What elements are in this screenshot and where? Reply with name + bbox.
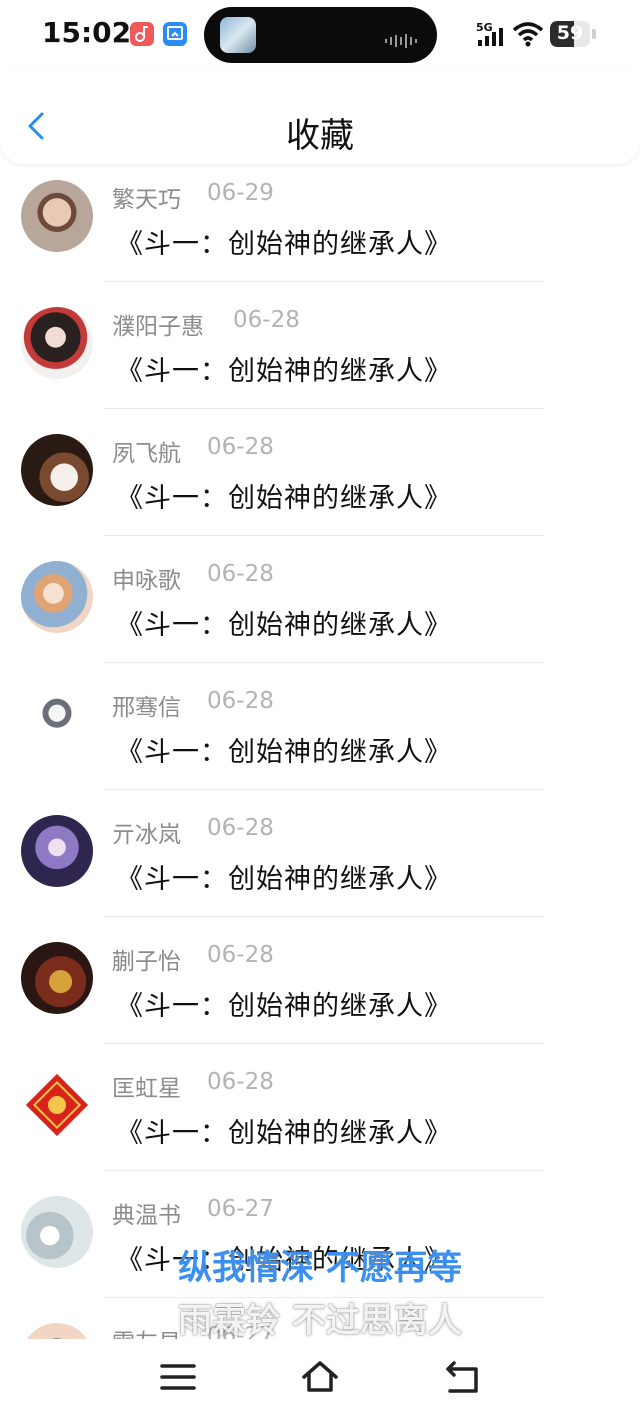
favorite-title: 《斗一：创始神的继承人》 [116,737,452,768]
now-playing-artwork [220,17,256,53]
divider [104,662,544,663]
favorite-date: 06-27 [207,1196,274,1222]
music-app-icon [130,22,154,46]
reader-app-icon [163,22,187,46]
subtitle-line-2: 雨霖铃 不过思离人 [178,1301,462,1341]
network-type: 5G [476,21,493,34]
dynamic-island[interactable] [204,7,437,63]
divider [104,281,544,282]
favorite-title: 《斗一：创始神的继承人》 [116,356,452,387]
favorite-date: 06-28 [207,1069,274,1095]
battery-tip [592,29,596,39]
favorite-title: 《斗一：创始神的继承人》 [116,483,452,514]
status-time: 15:02 [42,16,132,49]
status-bar: 15:02 5G 59 [0,0,640,70]
favorite-title: 《斗一：创始神的继承人》 [116,1118,452,1149]
favorite-date: 06-29 [207,180,274,206]
menu-icon[interactable] [158,1357,198,1397]
divider [104,535,544,536]
home-icon[interactable] [300,1357,340,1397]
favorite-item[interactable]: 濮阳子惠 06-28 《斗一：创始神的继承人》 [0,291,640,418]
favorite-date: 06-28 [207,942,274,968]
divider [104,1170,544,1171]
user-name: 蒯子怡 [112,949,181,975]
favorite-item[interactable]: 邢骞信 06-28 《斗一：创始神的继承人》 [0,672,640,799]
favorite-item[interactable]: 夙飞航 06-28 《斗一：创始神的继承人》 [0,418,640,545]
signal-icon: 5G [476,21,503,46]
user-name: 典温书 [112,1203,181,1229]
avatar[interactable] [21,942,93,1014]
page-title: 收藏 [286,116,354,156]
favorite-title: 《斗一：创始神的继承人》 [116,229,452,260]
favorite-title: 《斗一：创始神的继承人》 [116,610,452,641]
favorite-date: 06-28 [207,815,274,841]
user-name: 匡虹星 [112,1076,181,1102]
favorite-title: 《斗一：创始神的继承人》 [116,864,452,895]
favorite-date: 06-28 [207,434,274,460]
subtitle-line-1: 纵我情深 不愿再等 [178,1248,462,1288]
favorite-item[interactable]: 繁天巧 06-29 《斗一：创始神的继承人》 [0,164,640,291]
user-name: 夙飞航 [112,441,181,467]
avatar[interactable] [21,434,93,506]
avatar[interactable] [21,815,93,887]
user-name: 濮阳子惠 [112,314,204,340]
battery-icon: 59 [550,21,590,47]
avatar[interactable] [21,180,93,252]
favorite-item[interactable]: 申咏歌 06-28 《斗一：创始神的继承人》 [0,545,640,672]
user-name: 邢骞信 [112,695,181,721]
divider [104,408,544,409]
favorite-item[interactable]: 匡虹星 06-28 《斗一：创始神的继承人》 [0,1053,640,1180]
avatar[interactable] [21,561,93,633]
avatar[interactable] [21,307,93,379]
back-icon[interactable] [442,1357,482,1397]
avatar[interactable] [21,1069,93,1141]
system-nav-bar [0,1340,640,1415]
user-name: 申咏歌 [112,568,181,594]
divider [104,916,544,917]
favorites-list[interactable]: 繁天巧 06-29 《斗一：创始神的继承人》 濮阳子惠 06-28 《斗一：创始神的继承人… [0,164,640,1339]
divider [104,1043,544,1044]
favorite-date: 06-28 [207,688,274,714]
user-name: 亓冰岚 [112,822,181,848]
favorite-date: 06-28 [233,307,300,333]
avatar[interactable] [21,688,93,760]
wifi-icon [512,22,544,47]
audio-wave-icon [385,34,417,48]
favorite-item[interactable]: 蒯子怡 06-28 《斗一：创始神的继承人》 [0,926,640,1053]
favorite-date: 06-28 [207,561,274,587]
favorite-title: 《斗一：创始神的继承人》 [116,991,452,1022]
divider [104,789,544,790]
user-name: 繁天巧 [112,187,181,213]
favorite-item[interactable]: 亓冰岚 06-28 《斗一：创始神的继承人》 [0,799,640,926]
battery-percent: 59 [556,22,584,44]
page-header: 收藏 [0,70,640,164]
